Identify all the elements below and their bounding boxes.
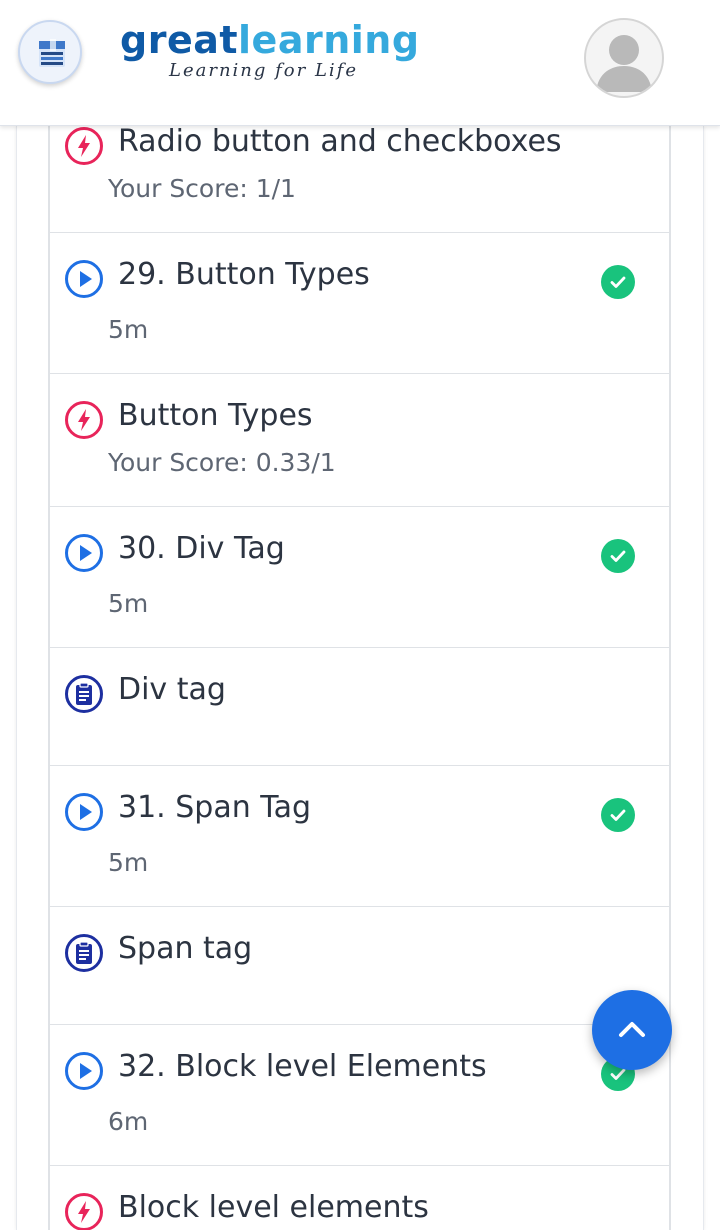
completed-check-icon: [601, 798, 635, 832]
logo-wordmark: greatlearning: [120, 18, 420, 62]
list-item[interactable]: Div tag: [48, 648, 671, 767]
item-title: 29. Button Types: [118, 257, 370, 292]
completed-check-icon: [601, 265, 635, 299]
list-item[interactable]: Block level elements: [48, 1166, 671, 1230]
menu-button[interactable]: [18, 20, 82, 84]
play-circle-icon: [64, 533, 104, 573]
video-duration: 5m: [108, 848, 149, 877]
chevron-up-icon: [619, 1022, 645, 1037]
item-title: Radio button and checkboxes: [118, 124, 562, 159]
clipboard-icon: [64, 674, 104, 714]
app-header: greatlearning Learning for Life: [0, 0, 720, 126]
list-item[interactable]: 30. Div Tag 5m: [48, 507, 671, 649]
lightning-quiz-icon: [64, 400, 104, 440]
video-duration: 6m: [108, 1107, 149, 1136]
list-item[interactable]: Button Types Your Score: 0.33/1: [48, 374, 671, 508]
play-circle-icon: [64, 1051, 104, 1091]
lightning-quiz-icon: [64, 1192, 104, 1230]
item-title: Button Types: [118, 398, 313, 433]
item-title: 31. Span Tag: [118, 790, 312, 825]
list-item[interactable]: Span tag: [48, 907, 671, 1026]
item-title: 32. Block level Elements: [118, 1049, 487, 1084]
lightning-quiz-icon: [64, 126, 104, 166]
item-title: Span tag: [118, 931, 253, 966]
user-avatar[interactable]: [584, 18, 664, 98]
item-title: 30. Div Tag: [118, 531, 285, 566]
list-item[interactable]: 32. Block level Elements 6m: [48, 1025, 671, 1167]
quiz-score: Your Score: 0.33/1: [108, 448, 336, 477]
video-duration: 5m: [108, 589, 149, 618]
completed-check-icon: [601, 539, 635, 573]
clipboard-icon: [64, 933, 104, 973]
quiz-score: Your Score: 1/1: [108, 174, 296, 203]
video-duration: 5m: [108, 315, 149, 344]
menu-book-icon: [39, 39, 65, 67]
list-item[interactable]: 29. Button Types 5m: [48, 233, 671, 375]
item-title: Div tag: [118, 672, 226, 707]
play-circle-icon: [64, 259, 104, 299]
item-title: Block level elements: [118, 1190, 429, 1225]
scroll-to-top-button[interactable]: [592, 990, 672, 1070]
logo-tagline: Learning for Life: [169, 60, 358, 81]
greatlearning-logo[interactable]: greatlearning Learning for Life: [120, 18, 440, 88]
user-avatar-icon: [596, 35, 652, 92]
play-circle-icon: [64, 792, 104, 832]
list-item[interactable]: 31. Span Tag 5m: [48, 766, 671, 908]
